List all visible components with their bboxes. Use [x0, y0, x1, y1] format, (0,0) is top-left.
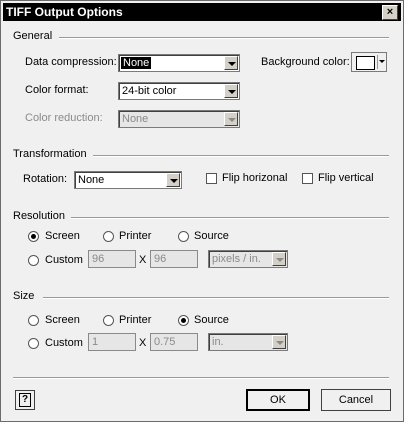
resolution-printer-radio[interactable] — [103, 231, 114, 242]
resolution-x-separator: X — [139, 254, 147, 266]
footer-divider — [13, 377, 389, 379]
resolution-custom-x-input: 96 — [88, 250, 136, 268]
size-group-title: Size — [13, 290, 35, 302]
transformation-group-title: Transformation — [13, 148, 87, 160]
resolution-custom-radio[interactable] — [28, 255, 39, 266]
resolution-group-title: Resolution — [13, 210, 65, 222]
resolution-divider — [71, 217, 389, 219]
size-custom-radio[interactable] — [28, 338, 39, 349]
size-screen-label[interactable]: Screen — [45, 314, 80, 326]
background-color-button[interactable] — [351, 52, 387, 72]
general-divider — [59, 37, 389, 39]
resolution-printer-label[interactable]: Printer — [119, 230, 151, 242]
chevron-down-icon — [272, 252, 286, 266]
general-group-title: General — [13, 30, 53, 42]
chevron-down-icon — [224, 112, 238, 126]
size-source-radio[interactable] — [178, 315, 189, 326]
size-printer-label[interactable]: Printer — [119, 314, 151, 326]
color-swatch — [356, 56, 375, 70]
rotation-select[interactable]: None — [74, 171, 182, 189]
color-format-value: 24-bit color — [122, 85, 177, 97]
size-custom-y-value: 0.75 — [154, 336, 176, 348]
data-compression-value: None — [121, 57, 152, 69]
resolution-screen-radio[interactable] — [28, 231, 39, 242]
help-icon: ? — [19, 393, 31, 407]
chevron-down-icon — [379, 60, 385, 63]
color-reduction-select: None — [118, 110, 240, 128]
cancel-button[interactable]: Cancel — [321, 389, 391, 411]
size-custom-x-value: 1 — [92, 336, 99, 348]
ok-button[interactable]: OK — [246, 389, 310, 411]
size-printer-radio[interactable] — [103, 315, 114, 326]
resolution-units-select: pixels / in. — [208, 250, 288, 268]
color-reduction-value: None — [122, 113, 149, 125]
color-format-label: Color format: — [25, 84, 89, 96]
rotation-label: Rotation: — [23, 173, 68, 185]
size-units-select: in. — [208, 333, 288, 351]
chevron-down-icon[interactable] — [224, 84, 238, 98]
resolution-units-value: pixels / in. — [212, 253, 261, 265]
resolution-custom-x-value: 96 — [92, 253, 105, 265]
chevron-down-icon[interactable] — [166, 173, 180, 187]
size-divider — [43, 297, 389, 299]
size-units-value: in. — [212, 336, 224, 348]
size-screen-radio[interactable] — [28, 315, 39, 326]
resolution-source-radio[interactable] — [178, 231, 189, 242]
flip-vertical-checkbox[interactable] — [302, 173, 313, 184]
size-x-separator: X — [139, 337, 147, 349]
resolution-source-label[interactable]: Source — [194, 230, 229, 242]
size-source-label[interactable]: Source — [194, 314, 229, 326]
rotation-value: None — [78, 174, 105, 186]
color-format-select[interactable]: 24-bit color — [118, 82, 240, 100]
dialog-window: TIFF Output Options × General Data compr… — [0, 0, 404, 422]
resolution-custom-y-input: 96 — [150, 250, 198, 268]
chevron-down-icon — [272, 335, 286, 349]
resolution-custom-label[interactable]: Custom — [45, 254, 83, 266]
size-custom-y-input: 0.75 — [150, 333, 198, 351]
resolution-custom-y-value: 96 — [154, 253, 167, 265]
flip-horizontal-label[interactable]: Flip horizonal — [222, 172, 287, 184]
size-custom-label[interactable]: Custom — [45, 337, 83, 349]
title-bar[interactable]: TIFF Output Options × — [3, 3, 401, 21]
help-button[interactable]: ? — [15, 390, 35, 410]
color-button-separator — [377, 55, 378, 69]
data-compression-select[interactable]: None — [118, 54, 240, 72]
color-reduction-label: Color reduction: — [25, 112, 103, 124]
flip-vertical-label[interactable]: Flip vertical — [318, 172, 374, 184]
close-button[interactable]: × — [382, 5, 398, 20]
resolution-screen-label[interactable]: Screen — [45, 230, 80, 242]
transformation-divider — [93, 155, 389, 157]
flip-horizontal-checkbox[interactable] — [206, 173, 217, 184]
background-color-label: Background color: — [261, 56, 350, 68]
chevron-down-icon[interactable] — [224, 56, 238, 70]
data-compression-label: Data compression: — [25, 56, 117, 68]
size-custom-x-input: 1 — [88, 333, 136, 351]
dialog-title: TIFF Output Options — [6, 5, 123, 19]
